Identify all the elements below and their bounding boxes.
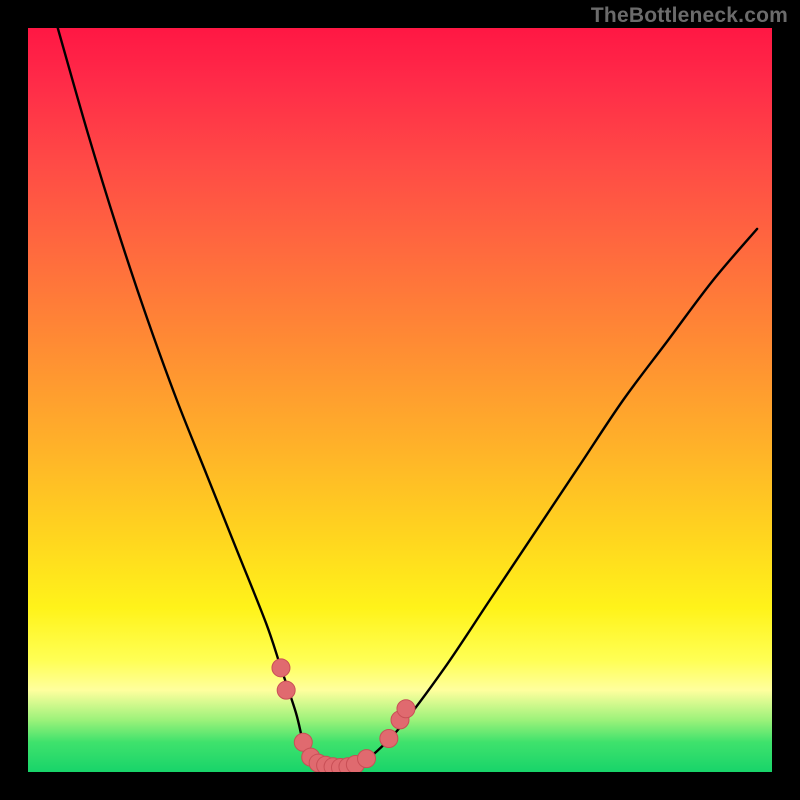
plot-area xyxy=(28,28,772,772)
curve-marker xyxy=(397,700,415,718)
curve-marker xyxy=(272,659,290,677)
curve-markers xyxy=(272,659,415,772)
watermark-text: TheBottleneck.com xyxy=(591,4,788,28)
curve-marker xyxy=(277,681,295,699)
curve-marker xyxy=(380,730,398,748)
chart-frame: TheBottleneck.com xyxy=(0,0,800,800)
curve-marker xyxy=(358,750,376,768)
curve-path-group xyxy=(58,28,757,768)
bottleneck-curve xyxy=(28,28,772,772)
curve-line xyxy=(58,28,757,768)
